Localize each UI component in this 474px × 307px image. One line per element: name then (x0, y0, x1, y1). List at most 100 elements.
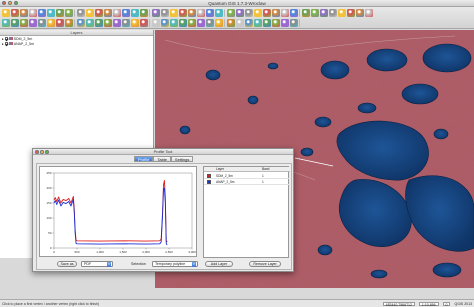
zoom-in-icon[interactable] (290, 19, 298, 27)
chevron-down-icon: ▾ (107, 262, 111, 267)
node-tool-icon[interactable] (161, 19, 169, 27)
zoom-layer-icon[interactable] (77, 9, 85, 17)
add-postgis-icon[interactable] (95, 19, 103, 27)
zoom-out-icon[interactable] (2, 19, 10, 27)
layer-table: Layer Band SDM_2_5m 1 ANAP_2_5m 1 (203, 166, 290, 258)
cut-icon[interactable] (179, 19, 187, 27)
status-fields: 483440,7566712 1:10,656 0 QGIS 2013 (382, 301, 472, 307)
copy-icon[interactable] (245, 9, 253, 17)
copy-icon[interactable] (188, 19, 196, 27)
remove-layer-button[interactable]: Remove Layer (249, 261, 281, 267)
layer-color-swatch[interactable] (207, 180, 211, 184)
y-tick-label: 50 (48, 231, 52, 235)
layer-color-swatch[interactable] (207, 174, 211, 178)
new-layer-icon[interactable] (170, 9, 178, 17)
delete-icon[interactable] (227, 9, 235, 17)
zoom-in-icon[interactable] (56, 9, 64, 17)
pan-icon[interactable] (338, 9, 346, 17)
add-wms-icon[interactable] (161, 9, 169, 17)
dialog-zoom-button[interactable] (45, 150, 49, 154)
window-titlebar: Quantum GIS 1.7.3-Wroclaw (0, 0, 474, 7)
zoom-layer-icon[interactable] (20, 19, 28, 27)
expand-arrow-icon[interactable]: ▸ (2, 42, 4, 46)
layer-visibility-checkbox[interactable] (4, 37, 8, 40)
capture-polygon-icon[interactable] (215, 9, 223, 17)
bookmark-icon[interactable] (65, 19, 73, 27)
selection-select[interactable]: Temporary polyline ▾ (152, 261, 198, 267)
annotation-icon[interactable] (272, 9, 280, 17)
paste-icon[interactable] (254, 9, 262, 17)
tab-settings[interactable]: Settings (170, 156, 194, 162)
save-project-icon[interactable] (20, 9, 28, 17)
label-icon[interactable] (206, 19, 214, 27)
annotation-icon[interactable] (215, 19, 223, 27)
rotation-field[interactable]: 0 (442, 301, 451, 307)
edit-icon[interactable] (131, 19, 139, 27)
select-icon[interactable] (104, 9, 112, 17)
open-project-icon[interactable] (245, 19, 253, 27)
expand-arrow-icon[interactable]: ▸ (2, 37, 4, 41)
layer-item[interactable]: ▸ ANAP_2_5m (0, 41, 153, 46)
pan-icon[interactable] (47, 9, 55, 17)
zoom-in-icon[interactable] (347, 9, 355, 17)
pan-icon[interactable] (281, 19, 289, 27)
tab-profile[interactable]: Profile (134, 156, 154, 162)
edit-icon[interactable] (188, 9, 196, 17)
add-wms-icon[interactable] (104, 19, 112, 27)
layer-visibility-checkbox[interactable] (4, 42, 8, 45)
refresh-icon[interactable] (29, 19, 37, 27)
add-layer-button[interactable]: Add Layer (205, 261, 233, 267)
save-as-button[interactable]: Save as (57, 261, 77, 267)
add-raster-icon[interactable] (86, 19, 94, 27)
coordinate-field[interactable]: 483440,7566712 (382, 301, 415, 307)
save-project-icon[interactable] (254, 19, 262, 27)
new-project-icon[interactable] (236, 19, 244, 27)
identify-icon[interactable] (95, 9, 103, 17)
zoom-out-icon[interactable] (65, 9, 73, 17)
refresh-icon[interactable] (86, 9, 94, 17)
measure-icon[interactable] (56, 19, 64, 27)
cut-icon[interactable] (236, 9, 244, 17)
scale-field[interactable]: 1:10,656 (418, 301, 439, 307)
capture-line-icon[interactable] (206, 9, 214, 17)
save-as-icon[interactable] (320, 9, 328, 17)
plugin-icon[interactable] (281, 9, 289, 17)
help-icon[interactable] (227, 19, 235, 27)
bookmark-icon[interactable] (122, 9, 130, 17)
label-icon[interactable] (263, 9, 271, 17)
table-row[interactable]: ANAP_2_5m 1 (204, 179, 290, 185)
help-icon[interactable] (290, 9, 298, 17)
dialog-minimize-button[interactable] (40, 150, 44, 154)
save-as-icon[interactable] (263, 19, 271, 27)
add-vector-icon[interactable] (140, 9, 148, 17)
print-icon[interactable] (38, 9, 46, 17)
save-as-icon[interactable] (29, 9, 37, 17)
remove-layer-icon[interactable] (179, 9, 187, 17)
add-vector-icon[interactable] (77, 19, 85, 27)
select-icon[interactable] (47, 19, 55, 27)
new-project-icon[interactable] (2, 9, 10, 17)
zoom-out-icon[interactable] (356, 9, 364, 17)
open-project-icon[interactable] (11, 9, 19, 17)
format-select[interactable]: PDF ▾ (81, 261, 113, 267)
zoom-full-icon[interactable] (11, 19, 19, 27)
print-icon[interactable] (329, 9, 337, 17)
save-project-icon[interactable] (311, 9, 319, 17)
tab-table[interactable]: Table (153, 156, 171, 162)
capture-point-icon[interactable] (197, 9, 205, 17)
tips-icon[interactable] (131, 9, 139, 17)
dialog-close-button[interactable] (35, 150, 39, 154)
profile-plot[interactable]: 0 500 1,000 1,500 2,000 2,500 3,000 0 50 100 150 20… (39, 166, 197, 257)
new-layer-icon[interactable] (113, 19, 121, 27)
remove-layer-icon[interactable] (122, 19, 130, 27)
add-postgis-icon[interactable] (152, 9, 160, 17)
measure-icon[interactable] (113, 9, 121, 17)
identify-icon[interactable] (38, 19, 46, 27)
open-project-icon[interactable] (302, 9, 310, 17)
capture-polygon-icon[interactable] (152, 19, 160, 27)
paste-icon[interactable] (197, 19, 205, 27)
capture-point-icon[interactable] (140, 19, 148, 27)
delete-icon[interactable] (170, 19, 178, 27)
zoom-full-icon[interactable] (365, 9, 373, 17)
print-icon[interactable] (272, 19, 280, 27)
